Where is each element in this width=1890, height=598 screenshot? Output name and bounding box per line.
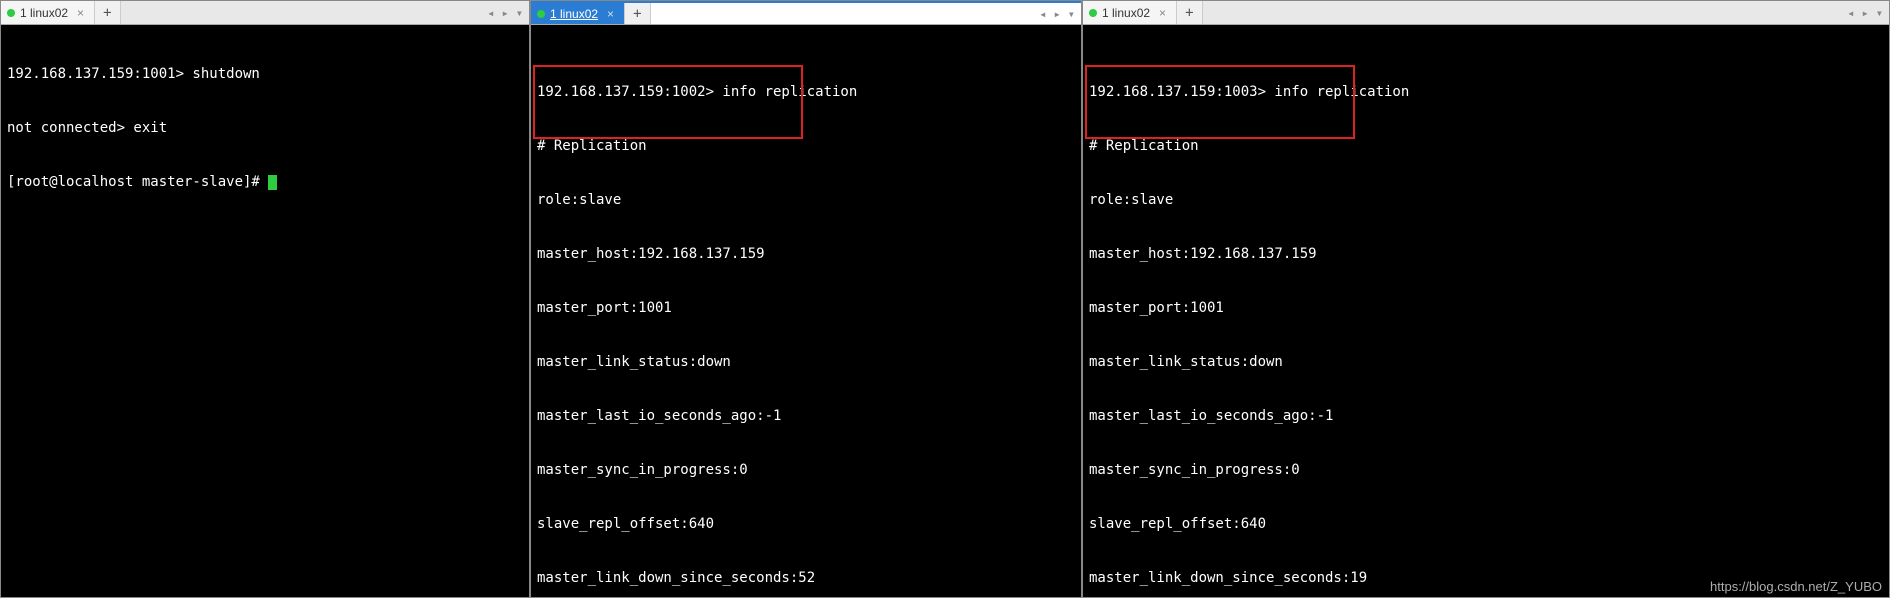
term-line: master_port:1001 xyxy=(1089,299,1883,317)
tab-linux02-2[interactable]: 1 linux02 × xyxy=(531,3,625,24)
tab-label: 1 linux02 xyxy=(1102,6,1150,20)
term-line: master_link_status:down xyxy=(1089,353,1883,371)
tab-nav-arrows: ◂ ▸ ▾ xyxy=(1841,6,1889,20)
status-dot-icon xyxy=(537,10,545,18)
tab-linux02-1[interactable]: 1 linux02 × xyxy=(1,1,95,24)
close-icon[interactable]: × xyxy=(607,7,614,21)
nav-menu-icon[interactable]: ▾ xyxy=(514,6,525,20)
status-dot-icon xyxy=(1089,9,1097,17)
tab-label: 1 linux02 xyxy=(20,6,68,20)
add-tab-button[interactable]: + xyxy=(625,3,650,24)
term-line: master_host:192.168.137.159 xyxy=(1089,245,1883,263)
term-line: master_host:192.168.137.159 xyxy=(537,245,1075,263)
close-icon[interactable]: × xyxy=(77,6,84,20)
cursor-icon xyxy=(268,175,277,190)
term-line: 192.168.137.159:1003> info replication xyxy=(1089,83,1883,101)
term-line: role:slave xyxy=(1089,191,1883,209)
add-tab-button[interactable]: + xyxy=(1177,1,1202,24)
terminal-pane-2: 1 linux02 × + ◂ ▸ ▾ 192.168.137.159:1002… xyxy=(530,0,1082,598)
nav-prev-icon[interactable]: ◂ xyxy=(1037,7,1048,21)
tabbar-3: 1 linux02 × + ◂ ▸ ▾ xyxy=(1083,1,1889,25)
term-line: master_last_io_seconds_ago:-1 xyxy=(537,407,1075,425)
tab-label: 1 linux02 xyxy=(550,7,598,21)
terminal-3[interactable]: 192.168.137.159:1003> info replication #… xyxy=(1083,25,1889,597)
terminal-2[interactable]: 192.168.137.159:1002> info replication #… xyxy=(531,25,1081,597)
term-line: 192.168.137.159:1002> info replication xyxy=(537,83,1075,101)
term-line: master_link_status:down xyxy=(537,353,1075,371)
terminal-1[interactable]: 192.168.137.159:1001> shutdown not conne… xyxy=(1,25,529,597)
tab-nav-arrows: ◂ ▸ ▾ xyxy=(1033,7,1081,21)
term-line: master_sync_in_progress:0 xyxy=(1089,461,1883,479)
tab-nav-arrows: ◂ ▸ ▾ xyxy=(481,6,529,20)
term-line: master_link_down_since_seconds:52 xyxy=(537,569,1075,587)
terminal-pane-1: 1 linux02 × + ◂ ▸ ▾ 192.168.137.159:1001… xyxy=(0,0,530,598)
nav-prev-icon[interactable]: ◂ xyxy=(485,6,496,20)
highlight-box xyxy=(533,65,803,139)
add-tab-button[interactable]: + xyxy=(95,1,120,24)
prompt-text: [root@localhost master-slave]# xyxy=(7,174,268,190)
nav-menu-icon[interactable]: ▾ xyxy=(1066,7,1077,21)
tabbar-2: 1 linux02 × + ◂ ▸ ▾ xyxy=(531,1,1081,25)
nav-menu-icon[interactable]: ▾ xyxy=(1874,6,1885,20)
terminal-pane-3: 1 linux02 × + ◂ ▸ ▾ 192.168.137.159:1003… xyxy=(1082,0,1890,598)
term-line: not connected> exit xyxy=(7,119,523,137)
term-line: [root@localhost master-slave]# xyxy=(7,173,523,191)
term-line: # Replication xyxy=(537,137,1075,155)
term-line: master_sync_in_progress:0 xyxy=(537,461,1075,479)
term-line: 192.168.137.159:1001> shutdown xyxy=(7,65,523,83)
nav-next-icon[interactable]: ▸ xyxy=(1860,6,1871,20)
term-line: # Replication xyxy=(1089,137,1883,155)
nav-next-icon[interactable]: ▸ xyxy=(1052,7,1063,21)
term-line: master_port:1001 xyxy=(537,299,1075,317)
tab-linux02-3[interactable]: 1 linux02 × xyxy=(1083,1,1177,24)
highlight-box xyxy=(1085,65,1355,139)
close-icon[interactable]: × xyxy=(1159,6,1166,20)
watermark: https://blog.csdn.net/Z_YUBO xyxy=(1710,579,1882,594)
term-line: slave_repl_offset:640 xyxy=(1089,515,1883,533)
term-line: role:slave xyxy=(537,191,1075,209)
term-line: master_last_io_seconds_ago:-1 xyxy=(1089,407,1883,425)
nav-prev-icon[interactable]: ◂ xyxy=(1845,6,1856,20)
nav-next-icon[interactable]: ▸ xyxy=(500,6,511,20)
status-dot-icon xyxy=(7,9,15,17)
term-line: slave_repl_offset:640 xyxy=(537,515,1075,533)
tabbar-1: 1 linux02 × + ◂ ▸ ▾ xyxy=(1,1,529,25)
